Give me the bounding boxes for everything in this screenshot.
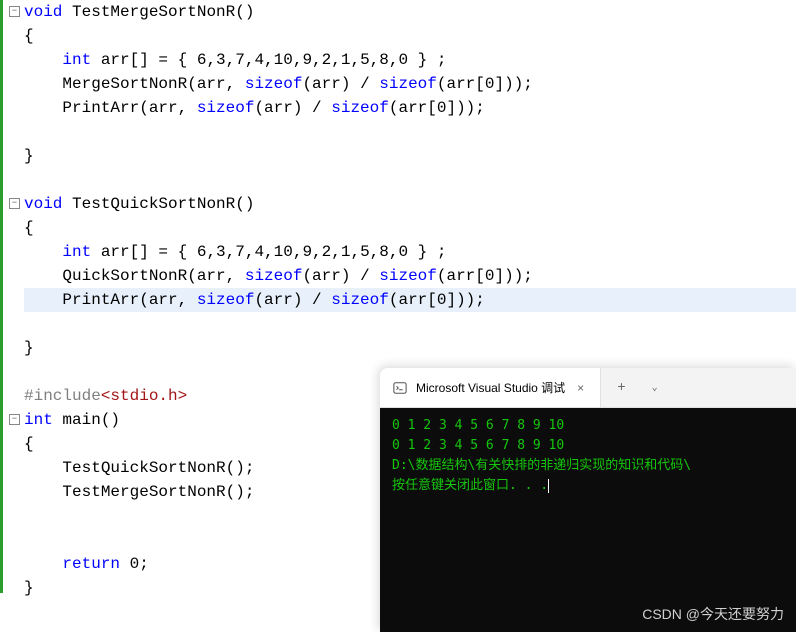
code-line[interactable]: { bbox=[24, 24, 796, 48]
tab-dropdown-icon[interactable]: ⌄ bbox=[642, 382, 668, 394]
code-line[interactable]: PrintArr(arr, sizeof(arr) / sizeof(arr[0… bbox=[24, 288, 796, 312]
add-tab-button[interactable]: + bbox=[601, 380, 641, 396]
close-icon[interactable]: × bbox=[573, 381, 588, 395]
code-line[interactable]: int arr[] = { 6,3,7,4,10,9,2,1,5,8,0 } ; bbox=[24, 48, 796, 72]
terminal-cursor bbox=[548, 479, 549, 493]
code-line[interactable]: { bbox=[24, 216, 796, 240]
code-line[interactable]: −void TestQuickSortNonR() bbox=[24, 192, 796, 216]
code-line[interactable]: QuickSortNonR(arr, sizeof(arr) / sizeof(… bbox=[24, 264, 796, 288]
collapse-toggle[interactable]: − bbox=[9, 6, 20, 17]
code-line[interactable]: PrintArr(arr, sizeof(arr) / sizeof(arr[0… bbox=[24, 96, 796, 120]
terminal-line: 0 1 2 3 4 5 6 7 8 9 10 bbox=[392, 416, 784, 436]
terminal-line: D:\数据结构\有关快排的非递归实现的知识和代码\ bbox=[392, 456, 784, 476]
collapse-toggle[interactable]: − bbox=[9, 198, 20, 209]
change-indicator bbox=[0, 0, 3, 593]
collapse-toggle[interactable]: − bbox=[9, 414, 20, 425]
code-line[interactable]: MergeSortNonR(arr, sizeof(arr) / sizeof(… bbox=[24, 72, 796, 96]
terminal-tabs: Microsoft Visual Studio 调试 × + ⌄ bbox=[380, 368, 796, 408]
terminal-window: Microsoft Visual Studio 调试 × + ⌄ 0 1 2 3… bbox=[380, 368, 796, 632]
code-line[interactable] bbox=[24, 120, 796, 144]
code-line[interactable] bbox=[24, 168, 796, 192]
terminal-line: 按任意键关闭此窗口. . . bbox=[392, 476, 784, 496]
code-line[interactable]: } bbox=[24, 336, 796, 360]
code-line[interactable] bbox=[24, 312, 796, 336]
watermark: CSDN @今天还要努力 bbox=[642, 604, 784, 624]
terminal-icon bbox=[392, 380, 408, 396]
code-line[interactable]: −void TestMergeSortNonR() bbox=[24, 0, 796, 24]
editor-gutter bbox=[0, 0, 20, 632]
code-line[interactable]: } bbox=[24, 144, 796, 168]
tab-title: Microsoft Visual Studio 调试 bbox=[416, 379, 565, 396]
terminal-output[interactable]: 0 1 2 3 4 5 6 7 8 9 100 1 2 3 4 5 6 7 8 … bbox=[380, 408, 796, 632]
terminal-tab[interactable]: Microsoft Visual Studio 调试 × bbox=[380, 368, 601, 407]
terminal-line: 0 1 2 3 4 5 6 7 8 9 10 bbox=[392, 436, 784, 456]
code-line[interactable]: int arr[] = { 6,3,7,4,10,9,2,1,5,8,0 } ; bbox=[24, 240, 796, 264]
